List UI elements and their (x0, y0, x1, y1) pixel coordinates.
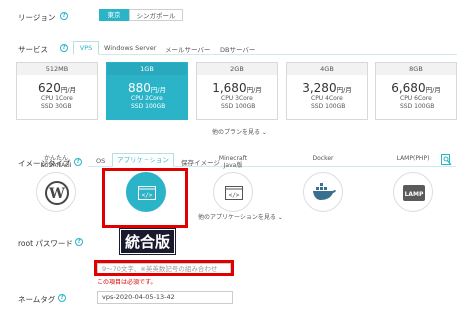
app-card-lamp[interactable]: LAMP(PHP) LAMP (376, 155, 450, 212)
plan-ssd: 100GB (325, 103, 346, 110)
plan-cpu: 6Core (414, 95, 432, 102)
name-tag-label: ネームタグ (18, 295, 56, 304)
svg-text:LAMP: LAMP (405, 191, 424, 198)
tab-vps[interactable]: VPS (73, 41, 99, 55)
plan-memory: 512MB (17, 63, 97, 75)
plan-ssd-label: SSD (131, 103, 144, 110)
plan-ssd: 100GB (145, 103, 166, 110)
svg-text:W: W (48, 186, 65, 202)
help-icon[interactable]: ? (58, 294, 66, 302)
tab-db-server[interactable]: DBサーバー (220, 44, 255, 54)
plan-cpu-label: CPU (400, 95, 413, 102)
plan-ssd: 100GB (235, 103, 256, 110)
plan-price: 3,280 (302, 81, 337, 95)
code-window-icon: </> (225, 186, 243, 202)
plan-price: 620 (37, 81, 61, 95)
plan-cpu-label: CPU (131, 95, 144, 102)
region-label: リージョン (18, 13, 56, 22)
plan-cpu: 4Core (325, 95, 343, 102)
highlight-box (94, 260, 234, 276)
highlight-box (102, 168, 188, 228)
plan-memory: 8GB (376, 63, 456, 75)
service-label: サービス (18, 45, 48, 54)
plan-ssd-label: SSD (400, 103, 413, 110)
plan-price: 880 (127, 81, 151, 95)
plan-cpu-label: CPU (41, 95, 54, 102)
plan-cpu: 1Core (55, 95, 73, 102)
tab-os[interactable]: OS (96, 157, 105, 165)
docker-icon (312, 183, 336, 203)
plan-ssd-label: SSD (311, 103, 324, 110)
plan-memory: 2GB (197, 63, 277, 75)
plan-price-unit: 円/月 (336, 86, 352, 94)
app-name: Minecraft 統合版 (131, 155, 161, 169)
help-icon[interactable]: ? (60, 44, 68, 52)
app-name: Minecraft Java版 (218, 155, 248, 169)
plan-price-unit: 円/月 (150, 86, 167, 94)
app-name: Docker (312, 155, 334, 162)
lamp-icon: LAMP (403, 185, 425, 203)
plan-memory: 1GB (107, 63, 187, 75)
app-card-docker[interactable]: Docker (286, 155, 360, 212)
plan-card-4gb[interactable]: 4GB 3,280円/月 CPU 4Core SSD 100GB (286, 62, 368, 120)
tab-mail-server[interactable]: メールサーバー (165, 44, 210, 54)
tab-windows-server[interactable]: Windows Server (104, 44, 156, 52)
password-error-text: この項目は必須です。 (97, 279, 157, 286)
help-icon[interactable]: ? (60, 12, 68, 20)
app-card-kusanagi[interactable]: かんたん KUSANAGI W (19, 155, 93, 212)
app-icon-circle: LAMP (393, 172, 433, 212)
region-option-tokyo[interactable]: 東京 (99, 9, 129, 21)
name-tag-input[interactable]: vps-2020-04-05-13-42 (97, 291, 233, 304)
plan-ssd: 30GB (55, 103, 72, 110)
plan-memory: 4GB (287, 63, 367, 75)
plan-ssd: 100GB (414, 103, 435, 110)
plan-ssd-label: SSD (221, 103, 234, 110)
service-tab-divider (73, 54, 457, 55)
svg-text:</>: </> (229, 192, 240, 199)
app-icon-circle (303, 172, 343, 212)
root-password-label: root パスワード (18, 239, 73, 248)
help-icon[interactable]: ? (75, 238, 83, 246)
plan-cpu-label: CPU (221, 95, 234, 102)
app-name: LAMP(PHP) (396, 155, 430, 162)
plan-ssd-label: SSD (41, 103, 54, 110)
app-card-minecraft-java[interactable]: Minecraft Java版 </> (196, 155, 270, 212)
plan-price-unit: 円/月 (60, 86, 77, 94)
plan-card-512mb[interactable]: 512MB 620円/月 CPU 1Core SSD 30GB (16, 62, 98, 120)
plan-card-8gb[interactable]: 8GB 6,680円/月 CPU 6Core SSD 100GB (375, 62, 457, 120)
plan-price: 6,680 (391, 81, 426, 95)
app-icon-circle: W (36, 172, 76, 212)
plan-cpu: 2Core (145, 95, 163, 102)
plan-price-unit: 円/月 (425, 86, 441, 94)
plan-price-unit: 円/月 (246, 86, 262, 94)
callout-label: 統合版 (118, 228, 177, 255)
plan-cpu: 3Core (235, 95, 253, 102)
plan-price: 1,680 (212, 81, 247, 95)
plan-card-1gb[interactable]: 1GB 880円/月 CPU 2Core SSD 100GB (106, 62, 188, 120)
plan-card-2gb[interactable]: 2GB 1,680円/月 CPU 3Core SSD 100GB (196, 62, 278, 120)
app-name: かんたん KUSANAGI (40, 155, 72, 169)
more-apps-link[interactable]: 他のアプリケーションを見る ⌄ (198, 212, 283, 221)
region-option-singapore[interactable]: シンガポール (129, 9, 183, 21)
app-icon-circle: </> (213, 172, 253, 212)
wordpress-icon: W (45, 181, 69, 207)
plan-cpu-label: CPU (311, 95, 324, 102)
more-plans-link[interactable]: 他のプランを見る ⌄ (212, 127, 267, 136)
